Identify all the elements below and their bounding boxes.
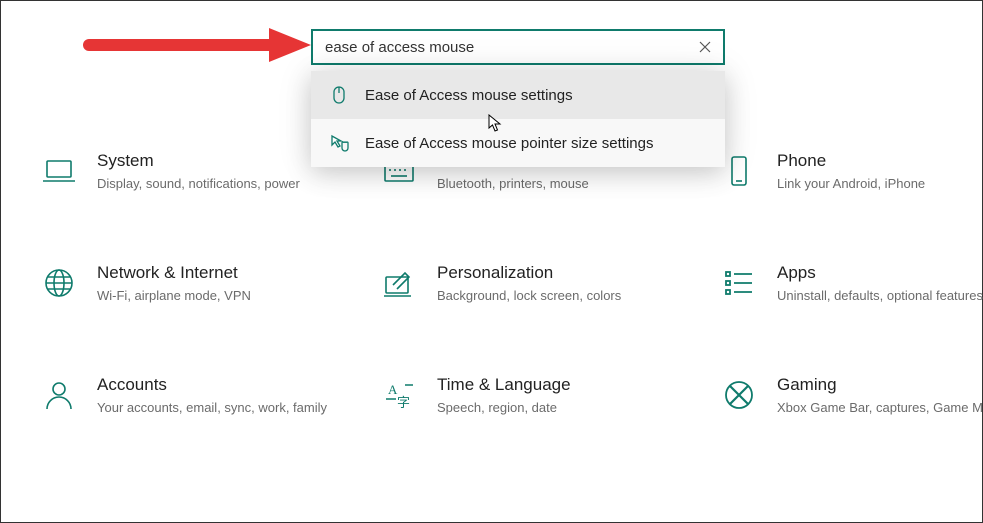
suggestion-pointer-size[interactable]: Ease of Access mouse pointer size settin… xyxy=(311,119,725,167)
annotation-arrow xyxy=(81,25,311,65)
mouse-icon xyxy=(329,85,349,105)
tile-title: System xyxy=(97,151,300,171)
tile-subtitle: Wi-Fi, airplane mode, VPN xyxy=(97,287,251,305)
svg-text:字: 字 xyxy=(397,395,410,410)
tile-personalization[interactable]: Personalization Background, lock screen,… xyxy=(381,263,701,305)
globe-icon xyxy=(41,265,77,301)
tile-gaming[interactable]: Gaming Xbox Game Bar, captures, Game Mod… xyxy=(721,375,983,417)
tile-title: Time & Language xyxy=(437,375,571,395)
tile-time-language[interactable]: A 字 Time & Language Speech, region, date xyxy=(381,375,701,417)
tile-apps[interactable]: Apps Uninstall, defaults, optional featu… xyxy=(721,263,983,305)
tile-subtitle: Link your Android, iPhone xyxy=(777,175,925,193)
cursor-hand-icon xyxy=(329,133,349,153)
tile-title: Phone xyxy=(777,151,925,171)
suggestion-label: Ease of Access mouse settings xyxy=(365,87,573,104)
tile-accounts[interactable]: Accounts Your accounts, email, sync, wor… xyxy=(41,375,361,417)
clear-search-icon[interactable] xyxy=(695,37,715,57)
tile-subtitle: Xbox Game Bar, captures, Game Mode xyxy=(777,399,983,417)
tile-subtitle: Bluetooth, printers, mouse xyxy=(437,175,589,193)
tile-subtitle: Your accounts, email, sync, work, family xyxy=(97,399,327,417)
xbox-icon xyxy=(721,377,757,413)
tile-title: Personalization xyxy=(437,263,621,283)
apps-list-icon xyxy=(721,265,757,301)
phone-icon xyxy=(721,153,757,189)
suggestion-mouse-settings[interactable]: Ease of Access mouse settings xyxy=(311,71,725,119)
tile-subtitle: Uninstall, defaults, optional features xyxy=(777,287,983,305)
suggestion-label: Ease of Access mouse pointer size settin… xyxy=(365,135,653,152)
tile-title: Network & Internet xyxy=(97,263,251,283)
tile-phone[interactable]: Phone Link your Android, iPhone xyxy=(721,151,983,193)
tile-network[interactable]: Network & Internet Wi-Fi, airplane mode,… xyxy=(41,263,361,305)
person-icon xyxy=(41,377,77,413)
language-icon: A 字 xyxy=(381,377,417,413)
tile-title: Accounts xyxy=(97,375,327,395)
search-input[interactable] xyxy=(325,39,695,56)
tile-subtitle: Background, lock screen, colors xyxy=(437,287,621,305)
search-suggestions: Ease of Access mouse settings Ease of Ac… xyxy=(311,71,725,167)
laptop-icon xyxy=(41,153,77,189)
tile-title: Apps xyxy=(777,263,983,283)
settings-search-box[interactable] xyxy=(311,29,725,65)
paintbrush-icon xyxy=(381,265,417,301)
tile-subtitle: Speech, region, date xyxy=(437,399,571,417)
tile-title: Gaming xyxy=(777,375,983,395)
tile-subtitle: Display, sound, notifications, power xyxy=(97,175,300,193)
